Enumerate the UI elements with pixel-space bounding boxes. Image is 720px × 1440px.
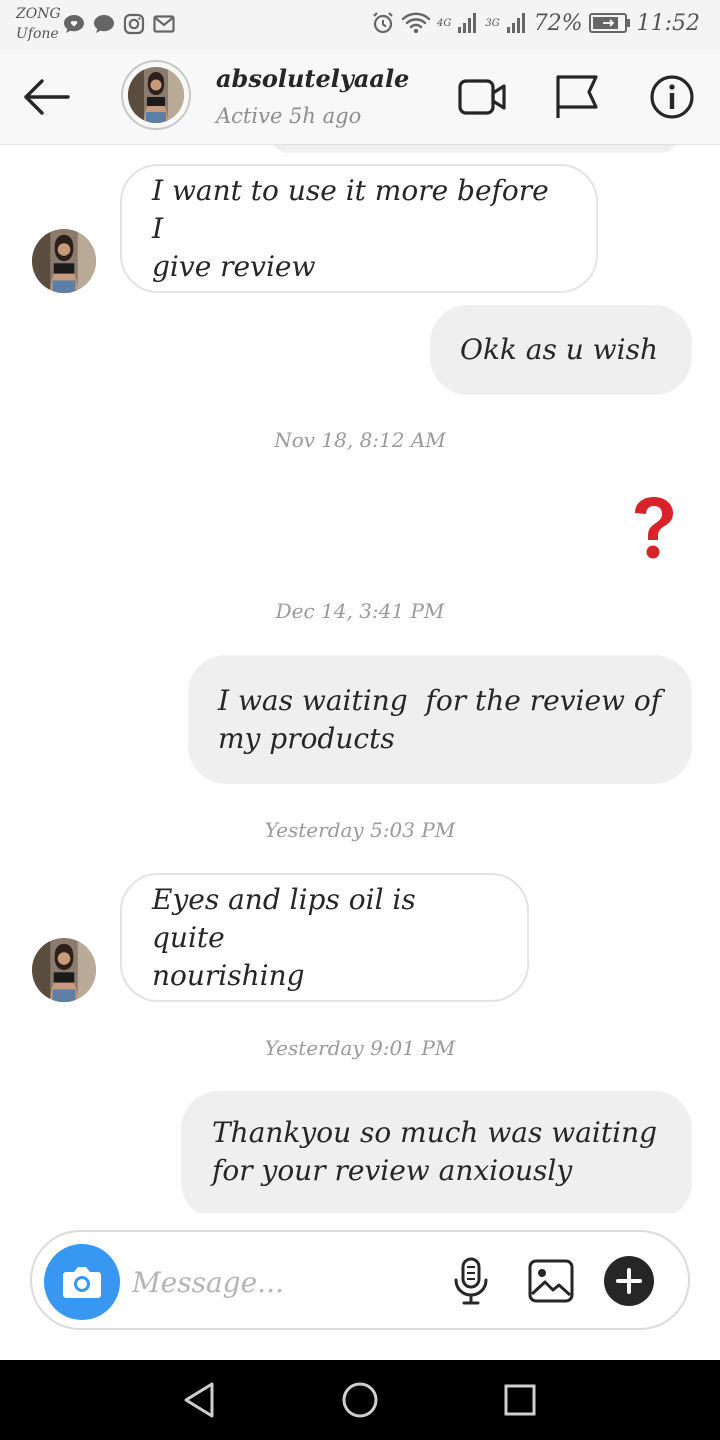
- system-navigation-bar: [0, 1360, 720, 1440]
- message-bubble-icon: [94, 15, 114, 33]
- sender-avatar[interactable]: [32, 938, 96, 1002]
- avatar: [128, 67, 184, 123]
- status-bar: ZONG Ufone 4G 3G 72% 11:52: [0, 0, 720, 50]
- message-text: I want to use it more before I give revi…: [152, 172, 566, 286]
- active-status: Active 5h ago: [216, 104, 362, 128]
- message-line: give review: [152, 249, 316, 283]
- timestamp: Yesterday 5:03 PM: [264, 818, 456, 842]
- message-text: I was waiting for the review of my produ…: [218, 682, 661, 758]
- nav-recents-icon[interactable]: [496, 1376, 544, 1424]
- battery-percent: 72%: [533, 10, 583, 36]
- message-input[interactable]: [132, 1256, 432, 1308]
- username[interactable]: absolutelyaale: [216, 64, 409, 93]
- battery-icon: [588, 13, 630, 33]
- clock: 11:52: [636, 10, 700, 36]
- header-avatar[interactable]: [121, 60, 191, 130]
- message-text: Eyes and lips oil is quite nourishing: [152, 881, 497, 995]
- instagram-icon: [123, 13, 145, 35]
- camera-button[interactable]: [44, 1244, 120, 1320]
- microphone-icon[interactable]: [444, 1254, 498, 1308]
- nav-home-icon[interactable]: [336, 1376, 384, 1424]
- wifi-icon: [401, 12, 431, 34]
- incoming-message[interactable]: I want to use it more before I give revi…: [120, 164, 598, 293]
- message-line: I was waiting for the review of: [218, 683, 662, 717]
- outgoing-message[interactable]: I was waiting for the review of my produ…: [188, 655, 692, 784]
- carrier-2: Ufone: [16, 26, 59, 42]
- message-line: Thankyou so much was waiting: [212, 1115, 658, 1149]
- chat-header: absolutelyaale Active 5h ago: [0, 50, 720, 145]
- back-arrow-icon[interactable]: [18, 72, 74, 122]
- carrier-label: ZONG Ufone: [16, 4, 61, 44]
- message-text: Okk as u wish: [460, 333, 659, 366]
- add-button[interactable]: [604, 1256, 654, 1306]
- message-line: Eyes and lips oil is quite: [152, 882, 416, 954]
- timestamp: Yesterday 9:01 PM: [264, 1036, 456, 1060]
- info-icon[interactable]: [646, 72, 698, 122]
- plus-icon: [616, 1268, 642, 1294]
- message-composer: [30, 1230, 690, 1330]
- video-call-icon[interactable]: [456, 72, 508, 122]
- message-line: my products: [218, 721, 395, 755]
- notification-icons: [62, 12, 176, 36]
- camera-icon: [63, 1267, 101, 1298]
- previous-message-edge: [270, 145, 680, 153]
- message-line: for your review anxiously: [212, 1153, 573, 1187]
- gmail-icon: [153, 15, 175, 33]
- network-1-label: 4G: [436, 17, 452, 29]
- alarm-icon: [373, 12, 393, 34]
- outgoing-message[interactable]: Okk as u wish: [430, 305, 692, 395]
- sender-avatar[interactable]: [32, 229, 96, 293]
- signal-2-icon: [506, 13, 525, 33]
- chat-heart-icon: [64, 15, 84, 33]
- timestamp: Nov 18, 8:12 AM: [274, 428, 446, 452]
- timestamp: Dec 14, 3:41 PM: [275, 599, 445, 623]
- avatar: [32, 229, 96, 293]
- incoming-message[interactable]: Eyes and lips oil is quite nourishing: [120, 873, 529, 1002]
- message-line: I want to use it more before I: [152, 173, 549, 245]
- message-line: nourishing: [152, 958, 305, 992]
- network-2-label: 3G: [485, 17, 500, 29]
- nav-back-icon[interactable]: [176, 1376, 224, 1424]
- question-emoji-message[interactable]: [626, 493, 682, 563]
- message-thread[interactable]: I want to use it more before I give revi…: [0, 145, 720, 1213]
- gallery-icon[interactable]: [524, 1254, 578, 1308]
- avatar: [32, 938, 96, 1002]
- carrier-1: ZONG: [16, 6, 61, 22]
- system-status: 4G 3G 72% 11:52: [371, 10, 700, 36]
- outgoing-message[interactable]: Thankyou so much was waiting for your re…: [181, 1091, 692, 1213]
- red-question-mark-icon: [635, 497, 673, 559]
- signal-1-icon: [458, 13, 477, 33]
- message-text: Thankyou so much was waiting for your re…: [212, 1114, 657, 1190]
- flag-icon[interactable]: [550, 72, 602, 122]
